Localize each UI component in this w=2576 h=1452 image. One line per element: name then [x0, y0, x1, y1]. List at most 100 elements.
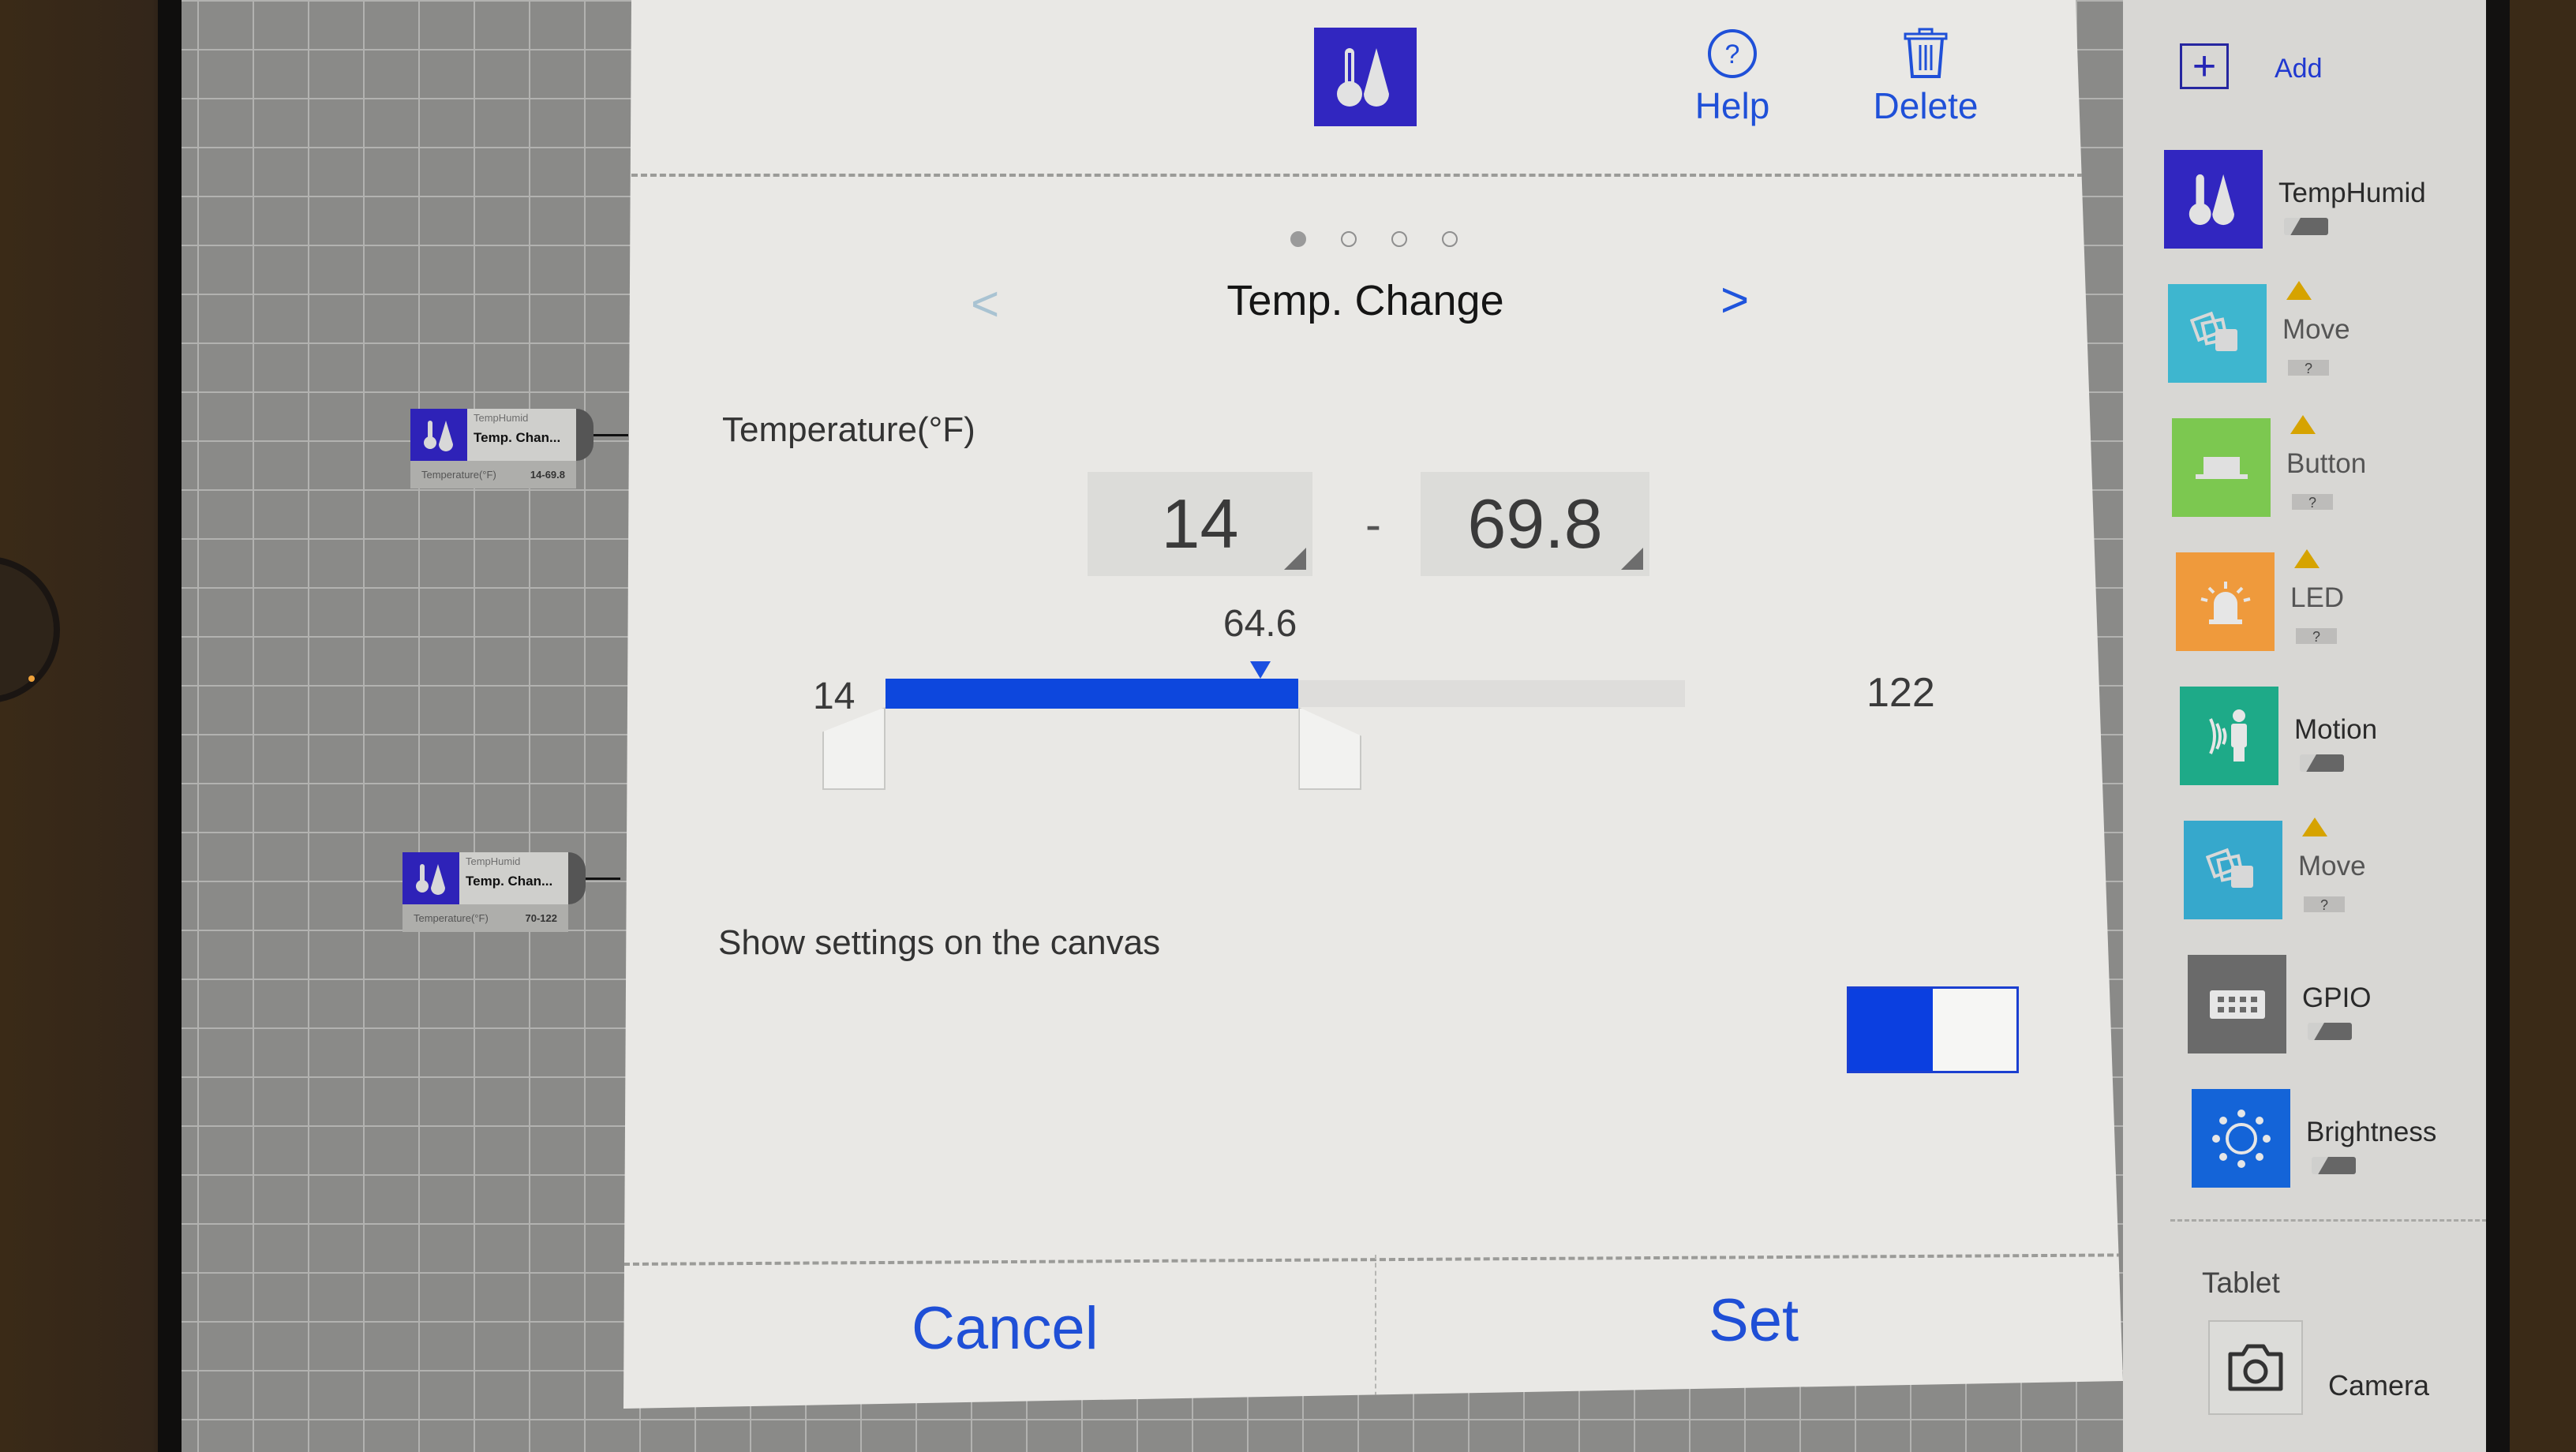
range-high-value: 69.8: [1467, 485, 1603, 563]
thermometer-droplet-icon: [2164, 150, 2263, 249]
node-device: TempHumid: [466, 855, 521, 867]
canvas-node[interactable]: TempHumid Temp. Chan... Temperature(°F) …: [402, 852, 620, 932]
warning-icon: [2302, 818, 2327, 836]
show-settings-toggle[interactable]: [1847, 986, 2019, 1073]
move-cards-icon: [2168, 284, 2267, 383]
node-params: Temperature(°F) 14-69.8: [410, 461, 576, 488]
slider-handle-high[interactable]: [1298, 707, 1362, 790]
range-high-input[interactable]: 69.8: [1421, 472, 1649, 576]
gpio-connector-icon: [2188, 955, 2286, 1053]
page-title: Temp. Change: [1226, 277, 1504, 324]
connection-wire: [586, 878, 620, 880]
battery-icon: [2312, 1157, 2356, 1174]
warning-icon: [2290, 415, 2316, 434]
sidebar-item-label: GPIO: [2302, 982, 2372, 1013]
connection-wire: [593, 434, 628, 436]
sidebar-item-label: Move: [2282, 314, 2350, 345]
sidebar-item-brightness[interactable]: Brightness: [2192, 1089, 2523, 1192]
help-button[interactable]: ? Help: [1661, 28, 1803, 127]
output-port[interactable]: [576, 409, 593, 461]
sidebar-item-label: Button: [2286, 448, 2367, 479]
node-name: Temp. Chan...: [466, 874, 553, 889]
sidebar-item-move[interactable]: Move?: [2184, 818, 2515, 923]
sidebar-item-camera[interactable]: Camera: [2328, 1369, 2429, 1402]
trash-icon: [1904, 28, 1948, 78]
battery-icon: [2284, 218, 2328, 235]
slider-handle-low[interactable]: [822, 707, 886, 790]
page-dot[interactable]: [1442, 231, 1458, 247]
battery-icon: [2300, 754, 2344, 772]
status-badge: ?: [2304, 896, 2345, 913]
node-header: TempHumid Temp. Chan...: [410, 409, 628, 461]
delete-button[interactable]: Delete: [1855, 28, 1997, 127]
page-dot[interactable]: [1341, 231, 1357, 247]
home-led: [28, 675, 35, 682]
sidebar-item-button[interactable]: Button?: [2172, 415, 2503, 521]
range-separator: -: [1365, 498, 1381, 551]
delete-label: Delete: [1873, 85, 1979, 126]
param-value: 14-69.8: [530, 469, 565, 481]
sidebar-item-label: TempHumid: [2278, 178, 2426, 208]
node-device: TempHumid: [474, 412, 529, 424]
svg-text:?: ?: [1725, 39, 1740, 69]
camera-icon[interactable]: [2208, 1320, 2303, 1415]
resize-corner-icon: [1621, 548, 1643, 570]
brightness-sun-icon: [2192, 1089, 2290, 1188]
range-low-input[interactable]: 14: [1088, 472, 1312, 576]
add-button[interactable]: Add: [2275, 54, 2323, 84]
cancel-button[interactable]: Cancel: [912, 1294, 1099, 1363]
warning-icon: [2286, 281, 2312, 300]
add-icon[interactable]: +: [2180, 43, 2229, 89]
range-slider-fill: [886, 679, 1299, 709]
current-value-label: 64.6: [1222, 603, 1297, 645]
range-low-value: 14: [1161, 485, 1239, 563]
status-badge: ?: [2296, 628, 2337, 645]
sidebar: + Add TempHumid Move? Button? LED? Motion Mov…: [2123, 0, 2494, 1452]
temperature-label: Temperature(°F): [722, 410, 975, 449]
section-label-tablet: Tablet: [2202, 1267, 2280, 1299]
battery-icon: [2308, 1023, 2352, 1040]
canvas-node[interactable]: TempHumid Temp. Chan... Temperature(°F) …: [410, 409, 628, 488]
sidebar-item-led[interactable]: LED?: [2176, 549, 2507, 655]
sidebar-item-gpio[interactable]: GPIO: [2188, 955, 2519, 1057]
resize-corner-icon: [1284, 548, 1306, 570]
help-label: Help: [1694, 85, 1770, 126]
status-badge: ?: [2292, 494, 2333, 511]
page-dot[interactable]: [1391, 231, 1407, 247]
current-value-marker-icon: [1249, 661, 1271, 679]
toggle-on-fill: [1849, 989, 1933, 1071]
device-edge-right: [2486, 0, 2576, 1452]
param-value: 70-122: [525, 912, 557, 924]
footer-divider: [623, 1253, 2123, 1266]
header-divider: [631, 174, 2084, 177]
settings-dialog: ? Help Delete < Temp. Change > Temperatu…: [623, 0, 2123, 1409]
node-name: Temp. Chan...: [474, 430, 561, 445]
sidebar-item-move[interactable]: Move?: [2168, 281, 2499, 387]
sidebar-item-label: Brightness: [2306, 1117, 2437, 1147]
sidebar-item-temphumid[interactable]: TempHumid: [2164, 150, 2496, 253]
prev-page-button[interactable]: <: [971, 276, 999, 332]
slider-max-label: 122: [1866, 670, 1935, 716]
status-badge: ?: [2288, 360, 2329, 376]
section-divider: [2170, 1219, 2494, 1222]
help-icon: ?: [1708, 29, 1757, 78]
set-button[interactable]: Set: [1709, 1286, 1799, 1355]
move-cards-icon: [2184, 821, 2282, 919]
thermometer-droplet-icon: [1314, 28, 1417, 126]
thermometer-droplet-icon: [410, 409, 467, 461]
output-port[interactable]: [568, 852, 586, 904]
footer-button-divider: [1375, 1255, 1376, 1405]
motion-person-icon: [2180, 687, 2278, 785]
sidebar-item-motion[interactable]: Motion: [2180, 687, 2511, 789]
slider-min-label: 14: [813, 675, 856, 717]
led-siren-icon: [2176, 552, 2275, 651]
warning-icon: [2294, 549, 2320, 568]
node-header: TempHumid Temp. Chan...: [402, 852, 620, 904]
next-page-button[interactable]: >: [1720, 272, 1749, 328]
sidebar-item-label: LED: [2290, 582, 2345, 613]
param-label: Temperature(°F): [421, 469, 496, 481]
page-dot[interactable]: [1290, 231, 1306, 247]
button-icon: [2172, 418, 2271, 517]
show-settings-label: Show settings on the canvas: [718, 923, 1161, 962]
param-label: Temperature(°F): [414, 912, 489, 924]
